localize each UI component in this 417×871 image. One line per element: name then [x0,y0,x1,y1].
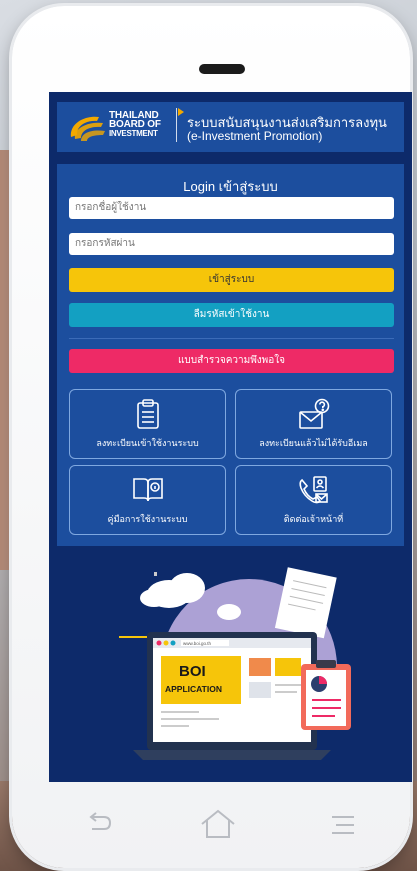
tile-manual-label: คู่มือการใช้งานระบบ [107,514,188,524]
login-panel: Login เข้าสู่ระบบ เข้าสู่ระบบ ลืมรหัสเข้… [57,164,404,546]
section-divider [69,338,394,339]
home-icon[interactable] [198,808,238,840]
phone-frame: THAILAND BOARD OF INVESTMENT ระบบสนับสนุ… [12,6,412,868]
app-header: THAILAND BOARD OF INVESTMENT ระบบสนับสนุ… [57,102,404,152]
boi-logo-icon [70,116,105,141]
login-title: Login เข้าสู่ระบบ [183,179,278,194]
tile-contact-label: ติดต่อเจ้าหน้าที่ [283,514,344,524]
boi-application-illustration: www.boi.go.th BOI APPLICATION [119,567,351,760]
password-input[interactable] [69,233,394,255]
phone-contact-icon [298,476,328,504]
forgot-password-button[interactable]: ลืมรหัสเข้าใช้งาน [69,303,394,327]
phone-nav-bar [12,794,410,864]
boi-line-2: BOARD OF [109,119,161,130]
illustration-headline-app: APPLICATION [165,684,222,694]
username-input[interactable] [69,197,394,219]
tile-register-label: ลงทะเบียนเข้าใช้งานระบบ [96,438,199,448]
boi-line-3: INVESTMENT [109,129,158,138]
boi-wordmark: THAILAND BOARD OF INVESTMENT [109,111,161,139]
tile-no-email[interactable]: ลงทะเบียนแล้วไม่ได้รับอีเมล [235,389,392,459]
tile-no-email-label: ลงทะเบียนแล้วไม่ได้รับอีเมล [259,438,368,448]
tile-contact[interactable]: ติดต่อเจ้าหน้าที่ [235,465,392,535]
email-question-icon [298,398,329,429]
app-title-english: (e-Investment Promotion) [187,129,323,143]
illustration-url: www.boi.go.th [183,641,212,646]
menu-icon[interactable] [328,812,358,838]
header-divider [176,108,177,142]
illustration-headline-boi: BOI [179,663,206,680]
manual-book-icon [132,478,163,502]
clipboard-list-icon [136,399,159,429]
survey-button[interactable]: แบบสำรวจความพึงพอใจ [69,349,394,373]
back-icon[interactable] [84,812,114,838]
tile-register[interactable]: ลงทะเบียนเข้าใช้งานระบบ [69,389,226,459]
tile-manual[interactable]: คู่มือการใช้งานระบบ [69,465,226,535]
flag-icon [178,108,184,116]
app-screen: THAILAND BOARD OF INVESTMENT ระบบสนับสนุ… [49,92,412,782]
login-button[interactable]: เข้าสู่ระบบ [69,268,394,292]
phone-speaker [199,64,245,74]
